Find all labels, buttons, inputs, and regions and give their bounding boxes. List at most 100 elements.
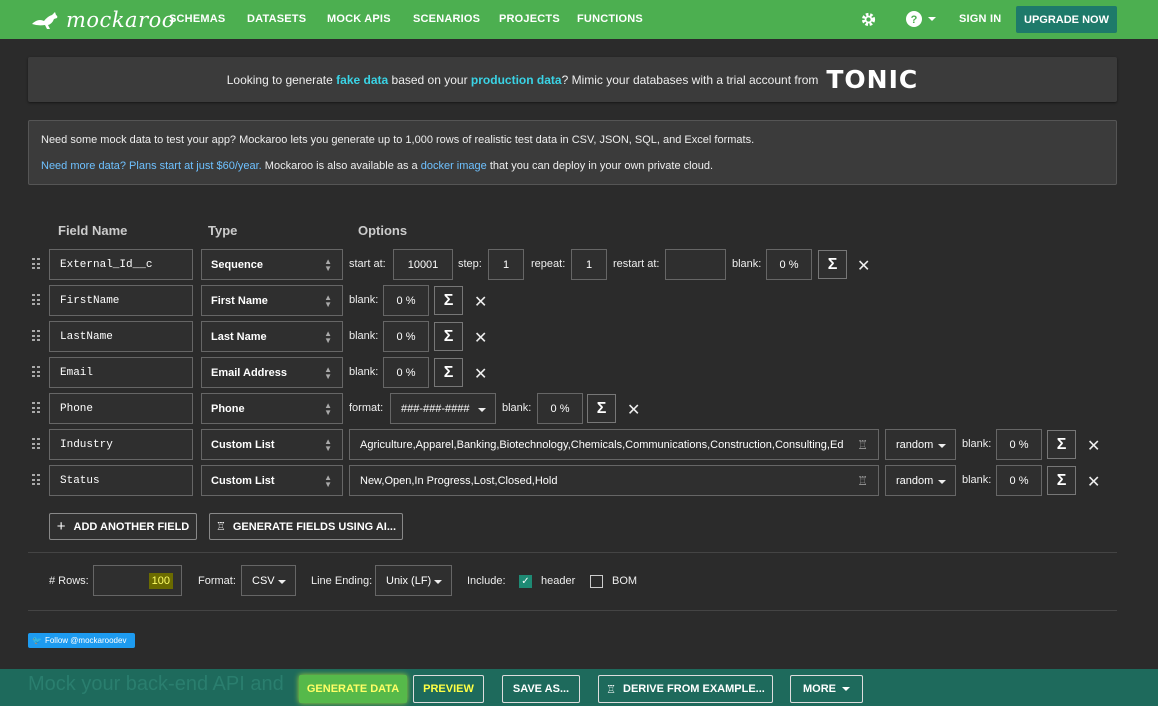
nav-datasets[interactable]: DATASETS <box>247 13 306 25</box>
sign-in-link[interactable]: SIGN IN <box>959 13 1001 25</box>
top-navbar: mockaroo SCHEMAS DATASETS MOCK APIS SCEN… <box>0 0 1158 39</box>
close-icon[interactable]: ✕ <box>474 328 487 348</box>
ai-robot-icon[interactable]: ♖ <box>857 474 868 488</box>
derive-from-example-button[interactable]: ♖ DERIVE FROM EXAMPLE... <box>598 675 773 703</box>
bom-checkbox[interactable] <box>590 575 603 588</box>
field-type-select[interactable]: Custom List ▲ ▼ <box>201 429 343 460</box>
restart-at-input[interactable] <box>665 249 726 280</box>
mockaroo-logo[interactable]: mockaroo <box>30 8 175 32</box>
nav-mock-apis[interactable]: MOCK APIS <box>327 13 391 25</box>
close-icon[interactable]: ✕ <box>1087 436 1100 456</box>
save-as-button[interactable]: SAVE AS... <box>502 675 580 703</box>
caret-down-icon <box>938 480 946 484</box>
blank-label: blank: <box>502 402 532 414</box>
blank-label: blank: <box>349 366 379 378</box>
close-icon[interactable]: ✕ <box>627 400 640 420</box>
twitter-follow-button[interactable]: 🐦 Follow @mockaroodev <box>28 633 135 648</box>
format-select[interactable]: CSV <box>241 565 296 596</box>
plans-link[interactable]: Need more data? Plans start at just $60/… <box>41 160 262 172</box>
blank-input[interactable]: 0 % <box>383 357 429 388</box>
more-button[interactable]: MORE <box>790 675 863 703</box>
info-panel: Need some mock data to test your app? Mo… <box>28 120 1117 185</box>
drag-handle-icon[interactable] <box>32 402 40 414</box>
blank-input[interactable]: 0 % <box>766 249 812 280</box>
sigma-icon[interactable]: Σ <box>818 250 847 279</box>
custom-list-input[interactable]: New,Open,In Progress,Lost,Closed,Hold ♖ <box>349 465 879 496</box>
blank-input[interactable]: 0 % <box>537 393 583 424</box>
restart-at-label: restart at: <box>613 258 660 270</box>
field-name-input[interactable]: External_Id__c <box>49 249 193 280</box>
field-name-input[interactable]: LastName <box>49 321 193 352</box>
divider <box>28 552 1117 553</box>
blank-input[interactable]: 0 % <box>996 429 1042 460</box>
drag-handle-icon[interactable] <box>32 474 40 486</box>
ghost-text: Mock your back-end API and <box>28 673 284 695</box>
field-name-input[interactable]: Email <box>49 357 193 388</box>
repeat-input[interactable]: 1 <box>571 249 607 280</box>
line-ending-select[interactable]: Unix (LF) <box>375 565 452 596</box>
upgrade-now-button[interactable]: UPGRADE NOW <box>1016 6 1117 33</box>
field-type-select[interactable]: Email Address ▲ ▼ <box>201 357 343 388</box>
caret-down-icon <box>278 580 286 584</box>
chevron-down-icon[interactable] <box>928 17 936 21</box>
step-input[interactable]: 1 <box>488 249 524 280</box>
tonic-logo: TONIC <box>826 65 919 94</box>
drag-handle-icon[interactable] <box>32 258 40 270</box>
drag-handle-icon[interactable] <box>32 366 40 378</box>
field-type-select[interactable]: Last Name ▲ ▼ <box>201 321 343 352</box>
nav-scenarios[interactable]: SCENARIOS <box>413 13 480 25</box>
field-name-input[interactable]: FirstName <box>49 285 193 316</box>
sigma-icon[interactable]: Σ <box>434 358 463 387</box>
ai-robot-icon[interactable]: ♖ <box>857 438 868 452</box>
sigma-icon[interactable]: Σ <box>587 394 616 423</box>
help-icon[interactable]: ? <box>906 11 922 27</box>
nav-projects[interactable]: PROJECTS <box>499 13 560 25</box>
phone-format-select[interactable]: ###-###-#### <box>390 393 496 424</box>
start-at-input[interactable]: 10001 <box>393 249 453 280</box>
sigma-icon[interactable]: Σ <box>434 322 463 351</box>
custom-list-input[interactable]: Agriculture,Apparel,Banking,Biotechnolog… <box>349 429 879 460</box>
field-type-select[interactable]: Phone ▲ ▼ <box>201 393 343 424</box>
generate-data-button[interactable]: GENERATE DATA <box>299 675 407 703</box>
sort-arrows-icon: ▲ ▼ <box>324 401 332 417</box>
nav-functions[interactable]: FUNCTIONS <box>577 13 643 25</box>
header-checkbox[interactable]: ✓ <box>519 575 532 588</box>
nav-schemas[interactable]: SCHEMAS <box>169 13 225 25</box>
blank-input[interactable]: 0 % <box>996 465 1042 496</box>
drag-handle-icon[interactable] <box>32 330 40 342</box>
list-order-select[interactable]: random <box>885 429 956 460</box>
logo-text: mockaroo <box>66 8 175 32</box>
rows-input[interactable]: 100 <box>93 565 182 596</box>
ai-robot-icon: ♖ <box>606 683 617 696</box>
list-order-select[interactable]: random <box>885 465 956 496</box>
drag-handle-icon[interactable] <box>32 294 40 306</box>
blank-input[interactable]: 0 % <box>383 285 429 316</box>
close-icon[interactable]: ✕ <box>1087 472 1100 492</box>
rows-label: # Rows: <box>49 575 89 587</box>
field-type-select[interactable]: Sequence ▲ ▼ <box>201 249 343 280</box>
bom-label: BOM <box>612 575 638 587</box>
field-type-select[interactable]: Custom List ▲ ▼ <box>201 465 343 496</box>
close-icon[interactable]: ✕ <box>474 364 487 384</box>
blank-label: blank: <box>962 438 992 450</box>
sort-arrows-icon: ▲ ▼ <box>324 293 332 309</box>
drag-handle-icon[interactable] <box>32 438 40 450</box>
generate-fields-ai-button[interactable]: ♖ GENERATE FIELDS USING AI... <box>209 513 403 540</box>
gear-icon[interactable] <box>860 11 877 28</box>
banner-text: Looking to generate fake data based on y… <box>226 72 819 87</box>
blank-input[interactable]: 0 % <box>383 321 429 352</box>
add-another-field-button[interactable]: + ADD ANOTHER FIELD <box>49 513 197 540</box>
close-icon[interactable]: ✕ <box>474 292 487 312</box>
field-name-input[interactable]: Phone <box>49 393 193 424</box>
sigma-icon[interactable]: Σ <box>1047 430 1076 459</box>
sigma-icon[interactable]: Σ <box>434 286 463 315</box>
tonic-banner[interactable]: Looking to generate fake data based on y… <box>28 57 1117 102</box>
field-name-input[interactable]: Status <box>49 465 193 496</box>
docker-image-link[interactable]: docker image <box>421 160 487 172</box>
field-name-input[interactable]: Industry <box>49 429 193 460</box>
field-type-select[interactable]: First Name ▲ ▼ <box>201 285 343 316</box>
divider <box>28 610 1117 611</box>
sigma-icon[interactable]: Σ <box>1047 466 1076 495</box>
close-icon[interactable]: ✕ <box>857 256 870 276</box>
preview-button[interactable]: PREVIEW <box>413 675 484 703</box>
